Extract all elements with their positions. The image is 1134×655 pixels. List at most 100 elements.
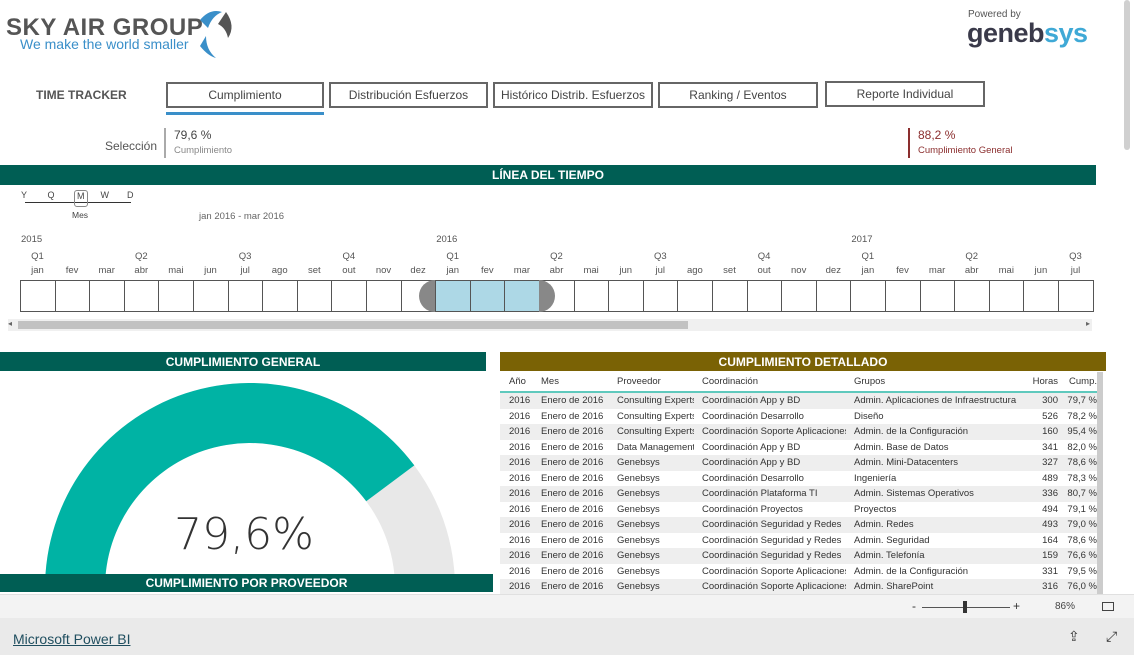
tab-4[interactable]: Reporte Individual: [825, 81, 985, 107]
column-header[interactable]: Grupos: [846, 376, 1020, 387]
month-cell[interactable]: [712, 280, 748, 312]
column-header[interactable]: Cump.: [1058, 376, 1097, 387]
month-cell[interactable]: [89, 280, 125, 312]
table-row[interactable]: 2016 Enero de 2016 Genebsys Coordinación So…: [500, 564, 1097, 580]
month-cell[interactable]: [1023, 280, 1059, 312]
month-cell[interactable]: [504, 280, 540, 312]
table-scrollbar[interactable]: [1097, 372, 1103, 594]
zoom-in-button[interactable]: +: [1013, 599, 1020, 613]
table-row[interactable]: 2016 Enero de 2016 Consulting Experts Coord…: [500, 424, 1097, 440]
table-row[interactable]: 2016 Enero de 2016 Genebsys Coordinación Pr…: [500, 502, 1097, 518]
scroll-left-icon[interactable]: ◂: [8, 319, 12, 328]
granularity-M[interactable]: M: [74, 190, 88, 207]
granularity-slider[interactable]: Y Q M W D Mes: [21, 190, 134, 220]
column-header[interactable]: Coordinación: [694, 376, 846, 387]
zoom-out-button[interactable]: -: [912, 599, 916, 613]
table-cell: 489: [1042, 472, 1058, 484]
month-label: set: [307, 265, 321, 276]
table-cell: Admin. de la Configuración: [854, 426, 969, 438]
table-cell: Ingeniería: [854, 472, 897, 484]
month-cell[interactable]: [988, 280, 1025, 312]
month-cell[interactable]: [850, 280, 886, 312]
page-scrollbar[interactable]: [1124, 0, 1130, 150]
selection-kpi: 79,6 % Cumplimiento: [164, 128, 232, 158]
table-cell: 2016: [509, 581, 531, 593]
table-cell: 79,7 %: [1067, 395, 1097, 407]
month-cell[interactable]: [954, 280, 990, 312]
month-cell[interactable]: [885, 280, 921, 312]
table-cell: Admin. Seguridad: [854, 534, 930, 546]
table-cell: Enero de 2016: [541, 550, 604, 562]
table-row[interactable]: 2016 Enero de 2016 Genebsys Coordinación Se…: [500, 548, 1097, 564]
table-cell: Admin. Sistemas Operativos: [854, 488, 974, 500]
table-cell: Genebsys: [617, 550, 660, 562]
table-row[interactable]: 2016 Enero de 2016 Genebsys Coordinación De…: [500, 471, 1097, 487]
month-cell[interactable]: [54, 280, 91, 312]
table-row[interactable]: 2016 Enero de 2016 Data Management Coordina…: [500, 440, 1097, 456]
powerbi-link[interactable]: Microsoft Power BI: [13, 631, 130, 647]
column-header[interactable]: Mes: [532, 376, 608, 387]
table-cell: 493: [1042, 519, 1058, 531]
table-cell: Genebsys: [617, 472, 660, 484]
column-header[interactable]: Proveedor: [608, 376, 694, 387]
month-cell[interactable]: [469, 280, 506, 312]
table-title: CUMPLIMIENTO DETALLADO: [500, 352, 1106, 371]
table-cell: Enero de 2016: [541, 581, 604, 593]
month-cell[interactable]: [642, 280, 679, 312]
month-cell[interactable]: [608, 280, 644, 312]
month-cell[interactable]: [677, 280, 713, 312]
table-cell: Enero de 2016: [541, 503, 604, 515]
zoom-slider-handle[interactable]: [963, 601, 967, 613]
column-header[interactable]: Horas: [1020, 376, 1058, 387]
table-row[interactable]: 2016 Enero de 2016 Genebsys Coordinación So…: [500, 579, 1097, 595]
month-cell[interactable]: [781, 280, 817, 312]
table-cell: Coordinación Seguridad y Redes: [702, 534, 842, 546]
month-cell[interactable]: [193, 280, 229, 312]
table-row[interactable]: 2016 Enero de 2016 Genebsys Coordinación Se…: [500, 517, 1097, 533]
timeline-scrollbar[interactable]: ◂ ▸: [8, 319, 1092, 331]
table-row[interactable]: 2016 Enero de 2016 Genebsys Coordinación Se…: [500, 533, 1097, 549]
scrollbar-thumb[interactable]: [18, 321, 689, 329]
table-cell: Admin. Mini-Datacenters: [854, 457, 959, 469]
fullscreen-icon[interactable]: ⤢: [1106, 628, 1117, 645]
month-cell[interactable]: [1058, 280, 1094, 312]
table-cell: 2016: [509, 550, 531, 562]
month-cell[interactable]: [296, 280, 333, 312]
tab-3[interactable]: Ranking / Eventos: [658, 82, 818, 108]
table-row[interactable]: 2016 Enero de 2016 Genebsys Coordinación Pl…: [500, 486, 1097, 502]
gauge-value: 79,6%: [174, 509, 314, 560]
granularity-Y[interactable]: Y: [21, 190, 27, 200]
table-cell: 164: [1042, 534, 1058, 546]
month-cell[interactable]: [366, 280, 402, 312]
tab-1[interactable]: Distribución Esfuerzos: [329, 82, 488, 108]
column-header[interactable]: Año: [500, 376, 532, 387]
month-cell[interactable]: [158, 280, 194, 312]
month-cell[interactable]: [123, 280, 160, 312]
fit-page-icon[interactable]: [1102, 602, 1114, 611]
granularity-W[interactable]: W: [101, 190, 110, 200]
month-cell[interactable]: [227, 280, 264, 312]
granularity-D[interactable]: D: [127, 190, 134, 200]
month-cell[interactable]: [331, 280, 367, 312]
month-label: jan: [861, 265, 875, 276]
month-label: out: [757, 265, 771, 276]
tab-2[interactable]: Histórico Distrib. Esfuerzos: [493, 82, 653, 108]
month-cell[interactable]: [262, 280, 298, 312]
month-cell[interactable]: [919, 280, 956, 312]
table-row[interactable]: 2016 Enero de 2016 Consulting Experts Coord…: [500, 393, 1097, 409]
month-cell[interactable]: [573, 280, 610, 312]
tab-0[interactable]: Cumplimiento: [166, 82, 324, 108]
month-cell[interactable]: [435, 280, 471, 312]
table-row[interactable]: 2016 Enero de 2016 Consulting Experts Coord…: [500, 409, 1097, 425]
scroll-right-icon[interactable]: ▸: [1086, 319, 1090, 328]
table-cell: 300: [1042, 395, 1058, 407]
month-label: ago: [271, 265, 288, 276]
quarter-label: Q2: [550, 251, 563, 262]
share-icon[interactable]: ⇪: [1068, 628, 1080, 645]
table-cell: 78,6 %: [1067, 457, 1097, 469]
month-cell[interactable]: [815, 280, 852, 312]
month-cell[interactable]: [746, 280, 783, 312]
granularity-Q[interactable]: Q: [48, 190, 55, 200]
table-row[interactable]: 2016 Enero de 2016 Genebsys Coordinación Ap…: [500, 455, 1097, 471]
month-cell[interactable]: [20, 280, 56, 312]
